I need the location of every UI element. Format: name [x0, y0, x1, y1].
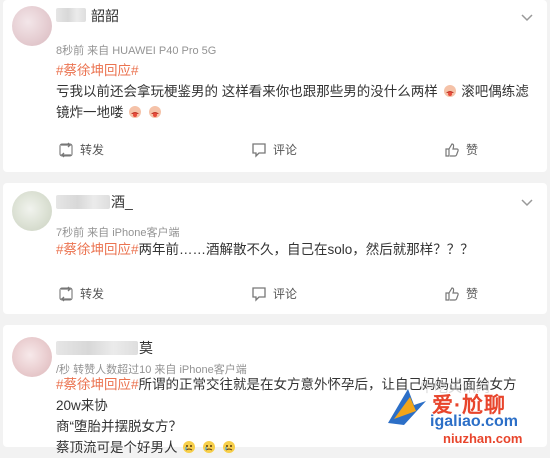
- repost-button[interactable]: 转发: [58, 285, 104, 302]
- username[interactable]: 韶韶: [91, 6, 119, 26]
- comment-icon: [252, 286, 266, 302]
- comment-card-1: 韶韶 8秒前 来自 HUAWEI P40 Pro 5G #蔡徐坤回应# 亏我以前…: [3, 0, 547, 172]
- post-text: #蔡徐坤回应#两年前……酒解散不久，自己在solo，然后就那样？？？: [56, 242, 474, 257]
- username[interactable]: 莫: [139, 338, 153, 358]
- post-text: #蔡徐坤回应# 亏我以前还会拿玩梗鉴男的 这样看来你也跟那些男的没什么两样 滚吧…: [56, 63, 529, 120]
- emoji-icon: [443, 85, 456, 97]
- like-icon: [445, 286, 459, 301]
- repost-icon: [59, 142, 73, 157]
- emoji-icon: [149, 106, 162, 118]
- like-button[interactable]: 赞: [444, 141, 478, 158]
- action-bar: 转发 评论 赞: [56, 141, 535, 161]
- hashtag-link[interactable]: #蔡徐坤回应#: [56, 63, 139, 78]
- site-watermark: 中吃关讯网 爱·尬聊 igaliao.com niuzhan.com: [380, 369, 550, 447]
- username-blur[interactable]: [56, 8, 86, 22]
- hashtag-link[interactable]: #蔡徐坤回应#: [56, 377, 139, 392]
- comment-icon: [252, 142, 266, 158]
- repost-icon: [59, 286, 73, 301]
- avatar[interactable]: [12, 337, 52, 377]
- chevron-down-icon[interactable]: [521, 14, 533, 22]
- chevron-down-icon[interactable]: [521, 199, 533, 207]
- repost-button[interactable]: 转发: [58, 141, 104, 158]
- hashtag-link[interactable]: #蔡徐坤回应#: [56, 242, 139, 257]
- comment-button[interactable]: 评论: [251, 141, 297, 158]
- comment-button[interactable]: 评论: [251, 285, 297, 302]
- avatar[interactable]: [12, 6, 52, 46]
- username[interactable]: 酒_: [111, 192, 133, 212]
- username-blur[interactable]: [56, 341, 138, 355]
- emoji-icon: [222, 441, 235, 453]
- watermark-url-secondary: niuzhan.com: [443, 431, 523, 446]
- emoji-icon: [129, 106, 142, 118]
- like-button[interactable]: 赞: [444, 285, 478, 302]
- avatar[interactable]: [12, 191, 52, 231]
- post-meta: 8秒前 来自 HUAWEI P40 Pro 5G: [56, 45, 217, 57]
- emoji-icon: [203, 441, 216, 453]
- post-meta: 7秒前 来自 iPhone客户端: [56, 227, 180, 239]
- comment-card-2: 酒_ 7秒前 来自 iPhone客户端 #蔡徐坤回应#两年前……酒解散不久，自己…: [3, 183, 547, 314]
- action-bar: 转发 评论 赞: [56, 285, 535, 305]
- emoji-icon: [183, 441, 196, 453]
- like-icon: [445, 142, 459, 157]
- watermark-url: igaliao.com: [430, 413, 519, 430]
- username-blur[interactable]: [56, 195, 110, 209]
